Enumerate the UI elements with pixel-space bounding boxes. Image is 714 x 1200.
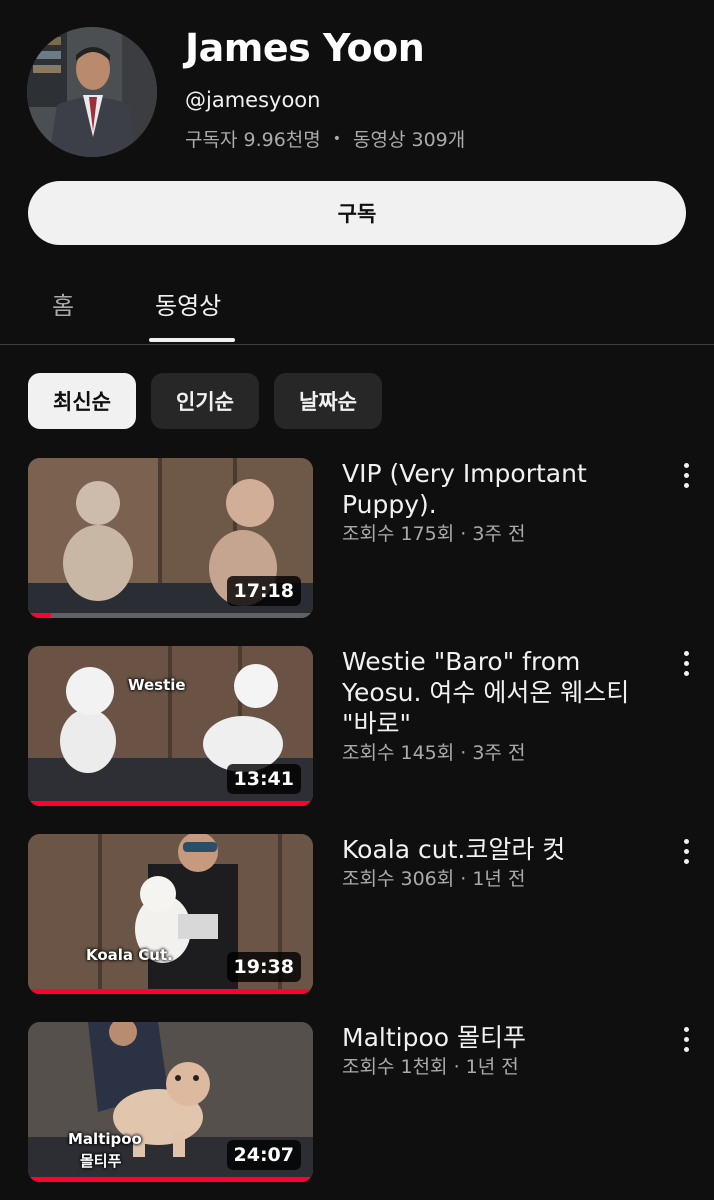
watch-progress-fill bbox=[28, 613, 51, 618]
video-item[interactable]: 17:18 VIP (Very Important Puppy). 조회수 17… bbox=[0, 458, 714, 618]
video-meta: 조회수 175회 · 3주 전 bbox=[342, 523, 526, 545]
watch-progress-track bbox=[28, 613, 313, 618]
video-duration: 19:38 bbox=[226, 952, 301, 982]
video-title-block: Westie "Baro" from Yeosu. 여수 에서온 웨스티 "바로… bbox=[342, 646, 662, 766]
watch-progress-track bbox=[28, 989, 313, 994]
watch-progress-fill bbox=[28, 1177, 313, 1182]
thumbnail-caption: 몰티푸 bbox=[80, 1152, 122, 1170]
video-thumbnail[interactable]: Maltipoo 몰티푸 24:07 bbox=[28, 1022, 313, 1182]
video-title[interactable]: Westie "Baro" from Yeosu. 여수 에서온 웨스티 "바로… bbox=[342, 647, 629, 738]
channel-stats: 구독자 9.96천명 • 동영상 309개 bbox=[185, 125, 465, 152]
video-title[interactable]: VIP (Very Important Puppy). bbox=[342, 459, 587, 519]
video-meta: 조회수 306회 · 1년 전 bbox=[342, 868, 526, 890]
channel-header: James Yoon @jamesyoon 구독자 9.96천명 • 동영상 3… bbox=[0, 0, 714, 175]
subscribe-button[interactable]: 구독 bbox=[28, 181, 686, 245]
chip-latest[interactable]: 최신순 bbox=[28, 373, 136, 429]
thumbnail-caption: Westie bbox=[128, 676, 186, 694]
video-thumbnail[interactable]: 17:18 bbox=[28, 458, 313, 618]
active-tab-indicator bbox=[149, 338, 235, 342]
watch-progress-fill bbox=[28, 801, 313, 806]
video-title-block: VIP (Very Important Puppy). 조회수 175회 · 3… bbox=[342, 458, 662, 547]
watch-progress-fill bbox=[28, 989, 313, 994]
chip-oldest[interactable]: 날짜순 bbox=[274, 373, 382, 429]
video-item[interactable]: Koala Cut. 19:38 Koala cut.코알라 컷 조회수 306… bbox=[0, 834, 714, 994]
video-count: 동영상 309개 bbox=[353, 129, 466, 151]
chip-popular[interactable]: 인기순 bbox=[151, 373, 259, 429]
channel-name: James Yoon bbox=[185, 26, 425, 70]
video-title[interactable]: Koala cut.코알라 컷 bbox=[342, 835, 565, 864]
channel-handle: @jamesyoon bbox=[185, 88, 321, 112]
more-options-icon[interactable] bbox=[674, 836, 698, 866]
tab-home[interactable]: 홈 bbox=[52, 286, 74, 321]
video-thumbnail[interactable]: Westie 13:41 bbox=[28, 646, 313, 806]
video-item[interactable]: Maltipoo 몰티푸 24:07 Maltipoo 몰티푸 조회수 1천회 … bbox=[0, 1022, 714, 1182]
video-title-block: Maltipoo 몰티푸 조회수 1천회 · 1년 전 bbox=[342, 1022, 662, 1080]
video-meta: 조회수 145회 · 3주 전 bbox=[342, 742, 526, 764]
video-item[interactable]: Westie 13:41 Westie "Baro" from Yeosu. 여… bbox=[0, 646, 714, 806]
channel-avatar[interactable] bbox=[27, 27, 157, 157]
stats-separator: • bbox=[332, 130, 342, 147]
video-duration: 13:41 bbox=[226, 764, 301, 794]
subscriber-count: 구독자 9.96천명 bbox=[185, 129, 321, 151]
video-thumbnail[interactable]: Koala Cut. 19:38 bbox=[28, 834, 313, 994]
video-duration: 24:07 bbox=[226, 1140, 301, 1170]
video-title-block: Koala cut.코알라 컷 조회수 306회 · 1년 전 bbox=[342, 834, 662, 892]
more-options-icon[interactable] bbox=[674, 460, 698, 490]
thumbnail-caption: Maltipoo bbox=[68, 1130, 142, 1148]
video-meta: 조회수 1천회 · 1년 전 bbox=[342, 1056, 519, 1078]
channel-tabs: 홈 동영상 bbox=[0, 270, 714, 345]
video-title[interactable]: Maltipoo 몰티푸 bbox=[342, 1023, 526, 1052]
more-options-icon[interactable] bbox=[674, 1024, 698, 1054]
watch-progress-track bbox=[28, 801, 313, 806]
watch-progress-track bbox=[28, 1177, 313, 1182]
thumbnail-caption: Koala Cut. bbox=[86, 946, 173, 964]
tab-videos[interactable]: 동영상 bbox=[155, 286, 221, 321]
video-duration: 17:18 bbox=[226, 576, 301, 606]
more-options-icon[interactable] bbox=[674, 648, 698, 678]
